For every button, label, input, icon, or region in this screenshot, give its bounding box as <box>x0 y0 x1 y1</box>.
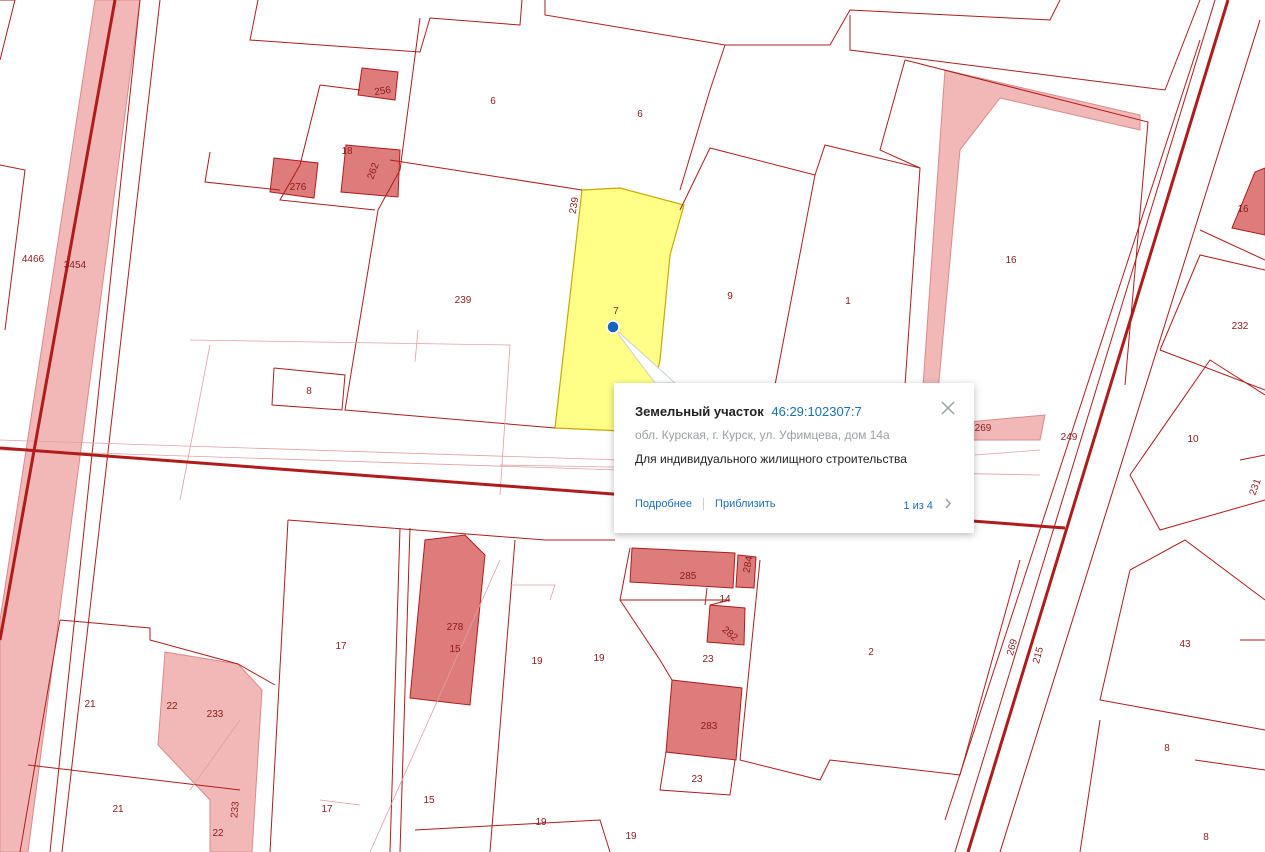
pager-text: 1 из 4 <box>903 500 933 512</box>
label-3454: 3454 <box>64 260 87 271</box>
parcel-usage: Для индивидуального жилищного строительс… <box>635 452 907 466</box>
label-15b: 15 <box>423 795 435 806</box>
label-215: 215 <box>1031 645 1046 664</box>
close-icon[interactable] <box>940 400 956 416</box>
label-17b: 17 <box>321 804 333 815</box>
label-19c: 19 <box>535 817 547 828</box>
label-232: 232 <box>1232 321 1249 332</box>
label-6a: 6 <box>490 96 496 107</box>
result-pager: 1 из 4 <box>903 498 952 512</box>
cadastral-number-link[interactable]: 46:29:102307:7 <box>771 404 861 419</box>
label-2: 2 <box>868 647 874 658</box>
label-10: 10 <box>1187 434 1199 445</box>
label-22a: 22 <box>166 701 178 712</box>
label-19b: 19 <box>593 653 605 664</box>
zoom-link[interactable]: Приблизить <box>715 498 776 510</box>
label-4466: 4466 <box>22 254 45 265</box>
label-278: 278 <box>447 622 464 633</box>
label-18: 18 <box>341 146 353 157</box>
label-8b: 8 <box>1164 743 1170 754</box>
label-7: 7 <box>613 306 619 317</box>
popup-actions: Подробнее Приблизить <box>635 498 776 511</box>
parcel-info-popup: Земельный участок 46:29:102307:7 обл. Ку… <box>614 383 974 533</box>
label-6b: 6 <box>637 109 643 120</box>
label-19a: 19 <box>531 656 543 667</box>
building-285 <box>629 547 736 589</box>
label-43: 43 <box>1179 639 1191 650</box>
building-283 <box>665 679 743 761</box>
label-239b: 239 <box>455 295 472 306</box>
label-285: 285 <box>680 571 697 582</box>
chevron-right-icon[interactable] <box>944 498 952 512</box>
label-21a: 21 <box>84 699 96 710</box>
label-269a: 269 <box>975 423 992 434</box>
label-21b: 21 <box>112 804 124 815</box>
label-231: 231 <box>1248 477 1264 497</box>
label-16a: 16 <box>1005 255 1017 266</box>
label-19d: 19 <box>625 831 637 842</box>
label-23a: 23 <box>702 654 714 665</box>
label-23b: 23 <box>691 774 703 785</box>
label-17a: 17 <box>335 641 347 652</box>
label-16b: 16 <box>1237 204 1249 215</box>
actions-divider <box>703 498 705 511</box>
label-8c: 8 <box>1203 832 1209 843</box>
zone-road-left <box>0 0 141 852</box>
label-233a: 233 <box>207 709 224 720</box>
building-278 <box>409 534 486 706</box>
label-14: 14 <box>719 594 731 605</box>
label-15a: 15 <box>449 644 461 655</box>
label-269b: 269 <box>1005 637 1020 656</box>
parcel-address: обл. Курская, г. Курск, ул. Уфимцева, до… <box>635 428 890 442</box>
building-16-east <box>1231 167 1265 236</box>
label-9: 9 <box>727 291 733 302</box>
details-link[interactable]: Подробнее <box>635 498 692 510</box>
label-8a: 8 <box>306 386 312 397</box>
popup-title: Земельный участок <box>635 404 764 419</box>
label-1: 1 <box>845 296 851 307</box>
location-marker[interactable] <box>606 320 620 334</box>
popup-title-row: Земельный участок 46:29:102307:7 <box>635 404 862 419</box>
label-249: 249 <box>1061 432 1078 443</box>
label-283: 283 <box>701 721 718 732</box>
label-276: 276 <box>290 182 307 193</box>
zone-233 <box>157 651 263 852</box>
label-22b: 22 <box>212 828 224 839</box>
label-233b: 233 <box>229 801 241 819</box>
